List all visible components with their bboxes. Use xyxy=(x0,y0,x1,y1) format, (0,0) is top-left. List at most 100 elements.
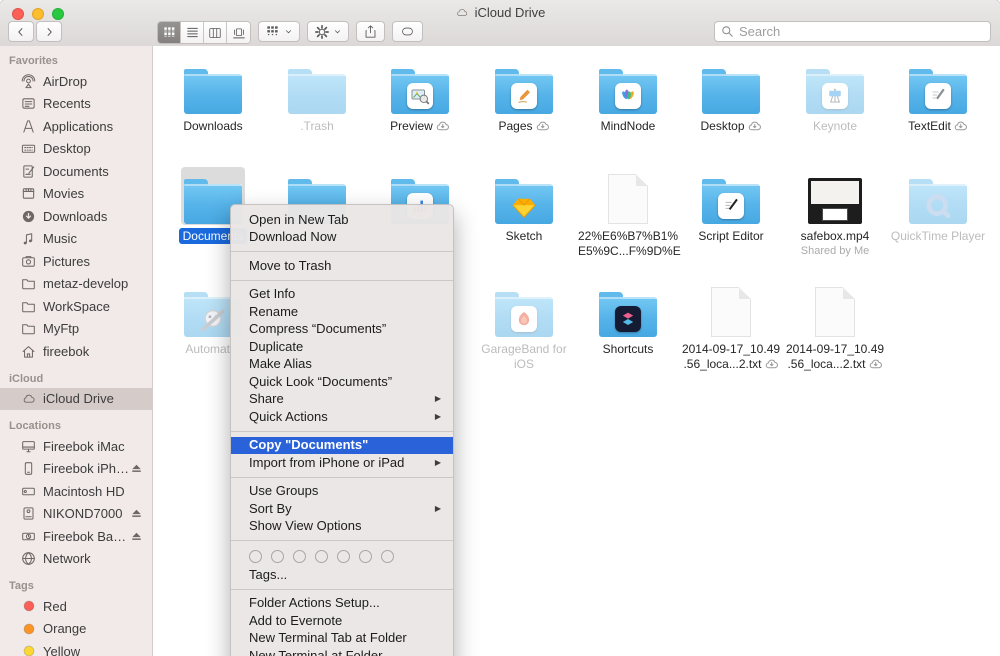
sidebar-item-orange[interactable]: Orange xyxy=(0,618,152,641)
file-keynote[interactable]: Keynote xyxy=(785,58,885,134)
menu-item-copy-documents[interactable]: Copy "Documents" xyxy=(231,437,453,455)
file-script-editor[interactable]: Script Editor xyxy=(681,168,781,244)
tag-circle[interactable] xyxy=(315,550,328,563)
menu-item-open-in-new-tab[interactable]: Open in New Tab xyxy=(231,211,453,229)
file-desktop[interactable]: Desktop xyxy=(681,58,781,135)
tag-circle[interactable] xyxy=(293,550,306,563)
search-input[interactable] xyxy=(715,22,990,41)
menu-item-get-info[interactable]: Get Info xyxy=(231,286,453,304)
menu-item-quick-look-documents[interactable]: Quick Look “Documents” xyxy=(231,373,453,391)
file-2014-09-17-10-49-56-loca-2-txt[interactable]: 2014-09-17_10.49 .56_loca...2.txt xyxy=(785,281,885,373)
sidebar-item-label: Red xyxy=(43,599,67,614)
edit-tags-button[interactable] xyxy=(392,21,423,42)
menu-item-folder-actions-setup[interactable]: Folder Actions Setup... xyxy=(231,595,453,613)
sidebar-item-pictures[interactable]: Pictures xyxy=(0,250,152,273)
file-preview[interactable]: Preview xyxy=(370,58,470,135)
menu-group: Tags... xyxy=(231,540,453,586)
menu-item-duplicate[interactable]: Duplicate xyxy=(231,338,453,356)
folder-icon xyxy=(288,74,346,114)
menu-group: Move to Trash xyxy=(231,251,453,277)
file-sketch[interactable]: Sketch xyxy=(474,168,574,244)
menu-item-import-from-iphone-or-ipad[interactable]: Import from iPhone or iPad▶ xyxy=(231,454,453,472)
sidebar-item-workspace[interactable]: WorkSpace xyxy=(0,295,152,318)
sidebar-item-documents[interactable]: Documents xyxy=(0,160,152,183)
forward-button[interactable] xyxy=(36,21,62,42)
menu-item-make-alias[interactable]: Make Alias xyxy=(231,356,453,374)
menu-item-quick-actions[interactable]: Quick Actions▶ xyxy=(231,408,453,426)
sidebar-item-myftp[interactable]: MyFtp xyxy=(0,318,152,341)
file-2014-09-17-10-49-56-loca-2-txt[interactable]: 2014-09-17_10.49 .56_loca...2.txt xyxy=(681,281,781,373)
file-22-e6-b7-b1-e5-9c-f-9d-e[interactable]: 22%E6%B7%B1% E5%9C...F%9D%E xyxy=(578,168,678,259)
page-title: iCloud Drive xyxy=(475,5,546,20)
sidebar-item-downloads[interactable]: Downloads xyxy=(0,205,152,228)
sidebar-item-metaz-develop[interactable]: metaz-develop xyxy=(0,273,152,296)
shortcuts-app-icon xyxy=(615,306,641,332)
sidebar-item-macintosh-hd[interactable]: Macintosh HD xyxy=(0,480,152,503)
minimize-window-button[interactable] xyxy=(32,8,44,20)
folder-icon xyxy=(495,74,553,114)
sidebar-item-yellow[interactable]: Yellow xyxy=(0,640,152,656)
video-thumbnail-icon xyxy=(808,178,862,224)
disk-icon xyxy=(20,506,37,521)
sidebar-item-label: Movies xyxy=(43,186,84,201)
tag-circle[interactable] xyxy=(271,550,284,563)
sidebar-item-applications[interactable]: Applications xyxy=(0,115,152,138)
menu-item-compress-documents[interactable]: Compress “Documents” xyxy=(231,321,453,339)
menu-item-share[interactable]: Share▶ xyxy=(231,391,453,409)
submenu-arrow-icon: ▶ xyxy=(435,456,441,471)
file-pages[interactable]: Pages xyxy=(474,58,574,135)
sidebar-item-fireebok-imac[interactable]: Fireebok iMac xyxy=(0,435,152,458)
file-shortcuts[interactable]: Shortcuts xyxy=(578,281,678,357)
tag-circle[interactable] xyxy=(381,550,394,563)
file-textedit[interactable]: TextEdit xyxy=(888,58,988,135)
menu-item-new-terminal-at-folder[interactable]: New Terminal at Folder xyxy=(231,647,453,656)
menu-item-rename[interactable]: Rename xyxy=(231,303,453,321)
sidebar-item-icloud-drive[interactable]: iCloud Drive xyxy=(0,388,152,411)
menu-item-show-view-options[interactable]: Show View Options xyxy=(231,518,453,536)
list-view-button[interactable] xyxy=(181,22,204,43)
menu-item-download-now[interactable]: Download Now xyxy=(231,229,453,247)
sidebar-item-fireebok-backu[interactable]: Fireebok Backu... xyxy=(0,525,152,548)
file-safebox-mp4[interactable]: safebox.mp4Shared by Me xyxy=(785,168,885,257)
iphone-icon xyxy=(20,461,37,476)
menu-item-move-to-trash[interactable]: Move to Trash xyxy=(231,257,453,275)
eject-icon[interactable] xyxy=(130,462,143,475)
tag-circle[interactable] xyxy=(359,550,372,563)
menu-item-use-groups[interactable]: Use Groups xyxy=(231,483,453,501)
group-by-button[interactable] xyxy=(258,21,300,42)
coverflow-view-button[interactable] xyxy=(227,22,250,43)
tag-circle[interactable] xyxy=(337,550,350,563)
file-mindnode[interactable]: MindNode xyxy=(578,58,678,134)
sidebar-item-music[interactable]: Music xyxy=(0,228,152,251)
close-window-button[interactable] xyxy=(12,8,24,20)
file-garageband-for-ios[interactable]: GarageBand for iOS xyxy=(474,281,574,372)
eject-icon[interactable] xyxy=(130,507,143,520)
menu-item-new-terminal-tab-at-folder[interactable]: New Terminal Tab at Folder xyxy=(231,630,453,648)
sidebar-item-fireebok[interactable]: fireebok xyxy=(0,340,152,363)
sidebar-item-label: Orange xyxy=(43,621,86,636)
menu-item-add-to-evernote[interactable]: Add to Evernote xyxy=(231,612,453,630)
menu-item-sort-by[interactable]: Sort By▶ xyxy=(231,500,453,518)
menu-item-tags[interactable]: Tags... xyxy=(231,566,453,584)
sidebar-item-airdrop[interactable]: AirDrop xyxy=(0,70,152,93)
file-quicktime-player[interactable]: QuickTime Player xyxy=(888,168,988,244)
share-button[interactable] xyxy=(356,21,385,42)
sidebar-item-network[interactable]: Network xyxy=(0,548,152,571)
file-trash[interactable]: .Trash xyxy=(267,58,367,134)
column-view-button[interactable] xyxy=(204,22,227,43)
eject-icon[interactable] xyxy=(130,530,143,543)
file-downloads[interactable]: Downloads xyxy=(163,58,263,134)
sidebar-item-desktop[interactable]: Desktop xyxy=(0,138,152,161)
documents-icon xyxy=(20,164,37,179)
zoom-window-button[interactable] xyxy=(52,8,64,20)
sidebar-item-red[interactable]: Red xyxy=(0,595,152,618)
tag-circle[interactable] xyxy=(249,550,262,563)
tag-dot-icon xyxy=(20,644,37,656)
sidebar-item-movies[interactable]: Movies xyxy=(0,183,152,206)
icon-view-button[interactable] xyxy=(158,22,181,43)
sidebar-item-nikond7000[interactable]: NIKOND7000 xyxy=(0,503,152,526)
action-menu-button[interactable] xyxy=(307,21,349,42)
sidebar-item-fireebok-iphone[interactable]: Fireebok iPhone xyxy=(0,458,152,481)
sidebar-item-recents[interactable]: Recents xyxy=(0,93,152,116)
back-button[interactable] xyxy=(8,21,34,42)
